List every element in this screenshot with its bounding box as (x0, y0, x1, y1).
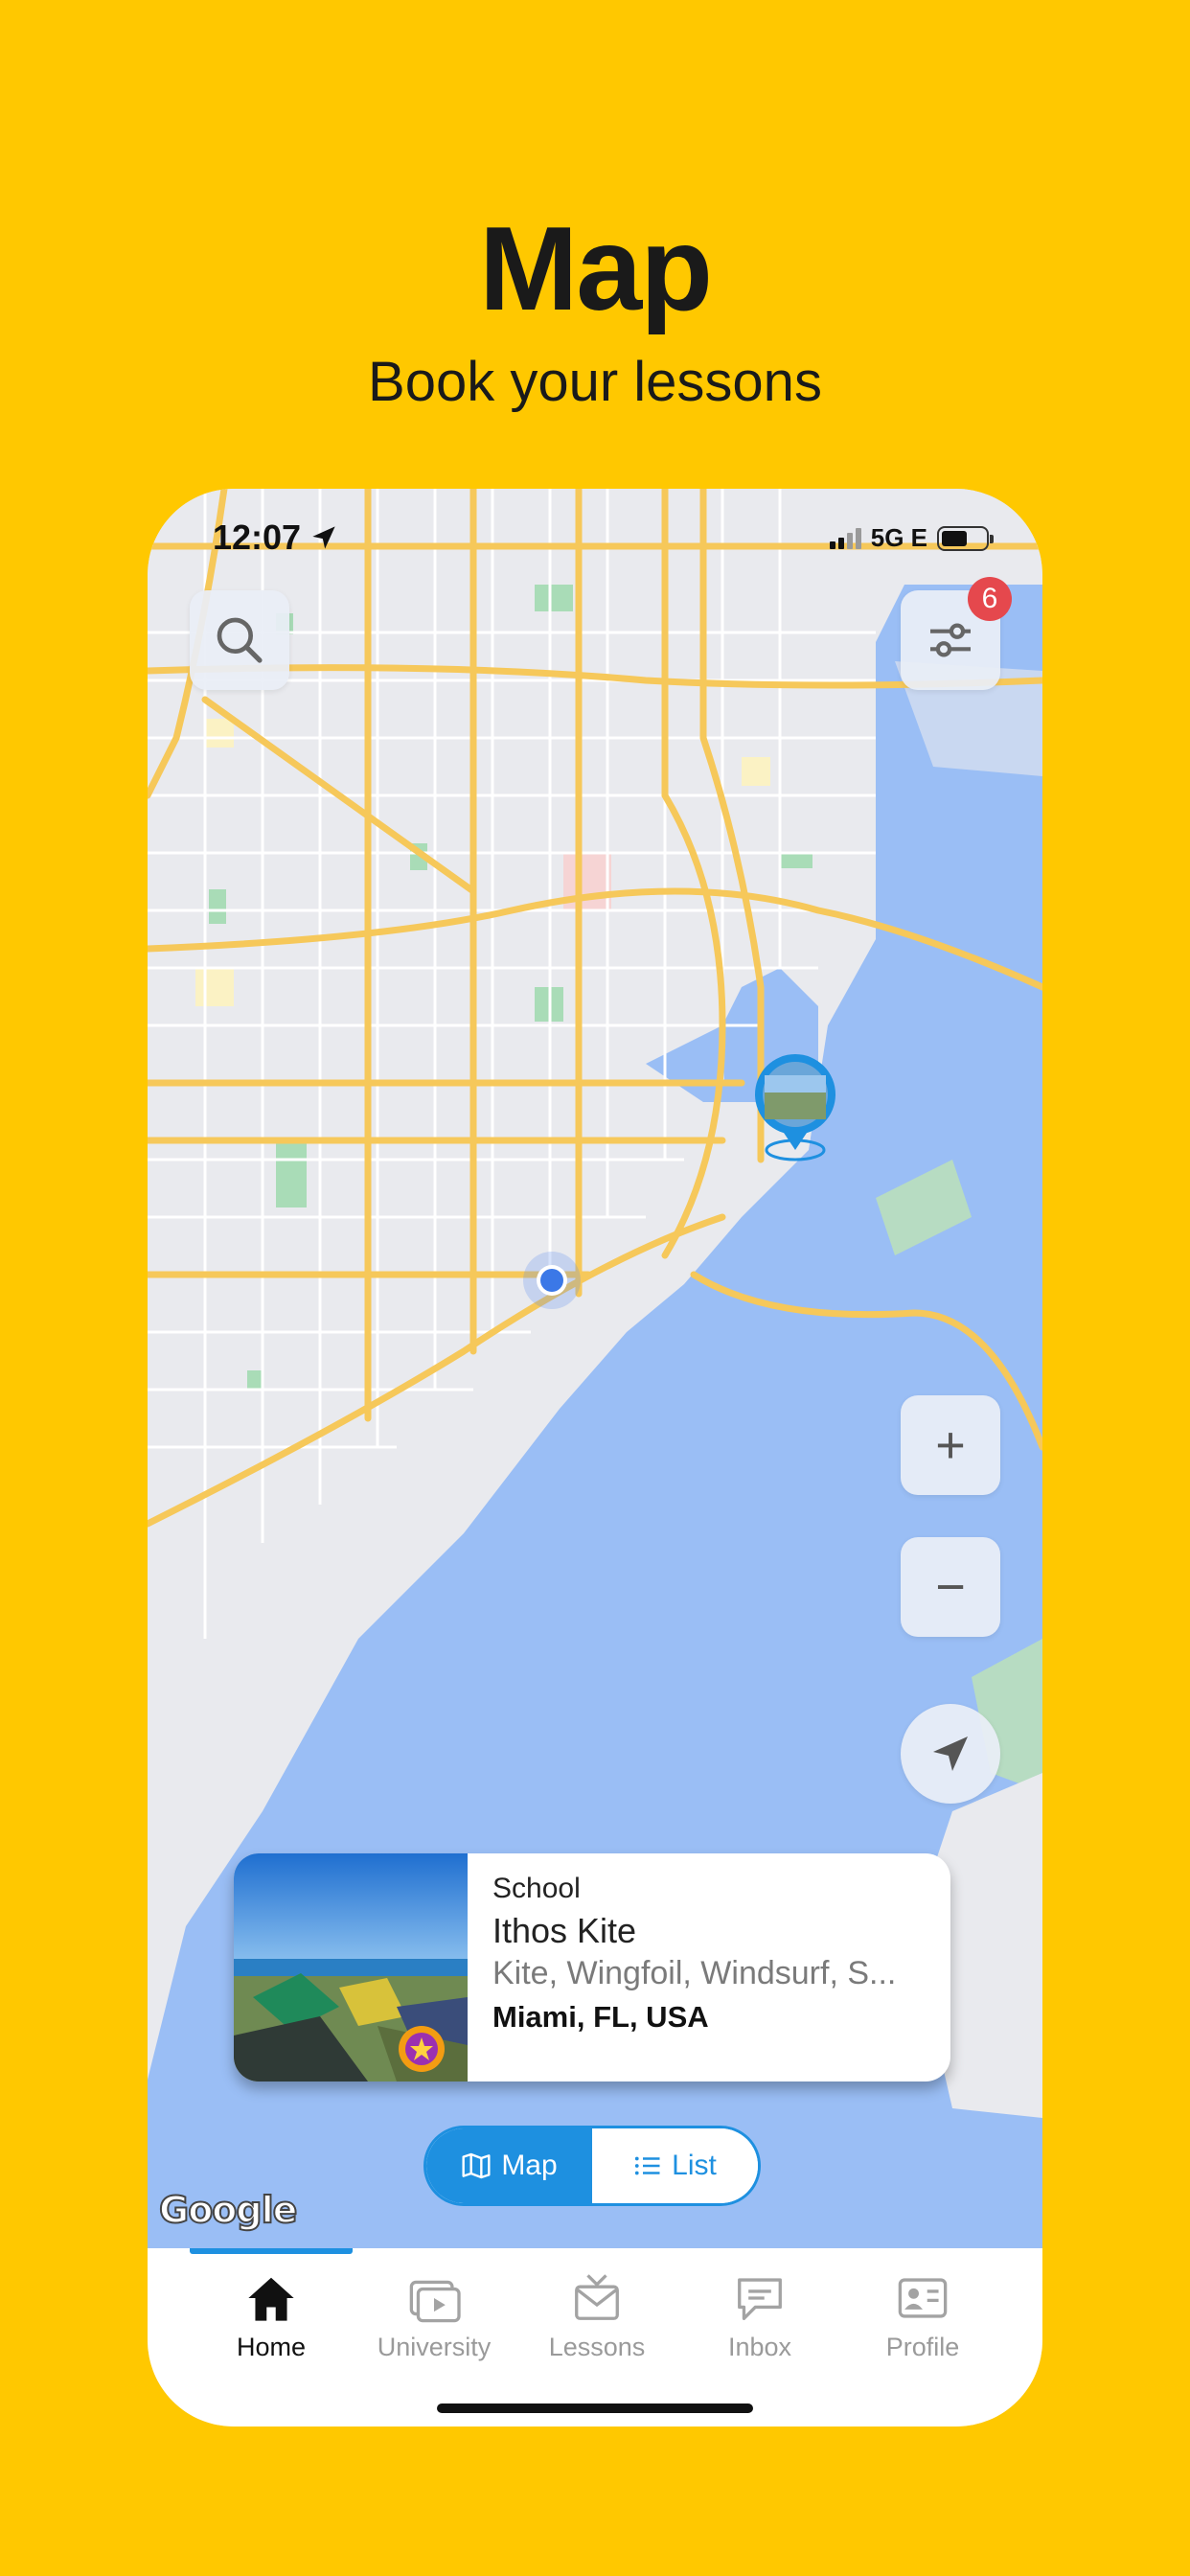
view-toggle: Map List (423, 2126, 761, 2206)
active-tab-indicator (190, 2248, 353, 2254)
tab-inbox-label: Inbox (727, 2333, 792, 2361)
phone-screen: 12:07 5G E 6 + − School Ithos Kite Kite,… (148, 489, 1042, 2426)
tab-home[interactable]: Home (190, 2273, 353, 2362)
status-right: 5G E (829, 523, 994, 553)
tab-profile-label: Profile (885, 2333, 960, 2361)
location-arrow-icon (312, 526, 335, 549)
profile-icon (898, 2278, 948, 2318)
map-view-button[interactable]: Map (426, 2128, 592, 2203)
search-button[interactable] (190, 590, 289, 690)
minus-icon: − (935, 1558, 966, 1616)
signal-icon (829, 527, 861, 549)
tab-bar: Home University Lessons Inbox Profile (148, 2248, 1042, 2426)
zoom-out-button[interactable]: − (901, 1537, 1000, 1637)
page-headline: Map (479, 203, 713, 335)
page-subline: Book your lessons (368, 351, 822, 413)
map-view-label: Map (501, 2150, 558, 2181)
university-icon (409, 2280, 461, 2323)
home-indicator (437, 2404, 753, 2413)
tab-lessons-label: Lessons (548, 2333, 646, 2361)
award-badge-icon (399, 2026, 445, 2072)
user-location-dot (523, 1252, 581, 1309)
navigation-arrow-icon (933, 1736, 968, 1771)
school-card-body: School Ithos Kite Kite, Wingfoil, Windsu… (468, 1853, 950, 2082)
status-time: 12:07 (213, 518, 337, 558)
list-view-button[interactable]: List (592, 2128, 758, 2203)
network-label: 5G E (870, 523, 927, 552)
school-type-label: School (492, 1873, 581, 1904)
zoom-in-button[interactable]: + (901, 1395, 1000, 1495)
google-logo: Google (158, 2188, 298, 2232)
sliders-icon (930, 623, 971, 657)
tab-profile[interactable]: Profile (841, 2273, 1004, 2362)
inbox-icon (738, 2278, 782, 2320)
search-icon (217, 617, 263, 663)
filter-count-badge: 6 (968, 577, 1012, 621)
list-view-label: List (672, 2150, 717, 2181)
status-time-label: 12:07 (213, 518, 302, 557)
home-icon (248, 2277, 294, 2321)
tab-university-label: University (377, 2333, 492, 2361)
school-photo (234, 1853, 468, 2082)
list-icon (635, 2156, 660, 2175)
school-sports: Kite, Wingfoil, Windsurf, S... (492, 1955, 897, 1991)
school-card[interactable]: School Ithos Kite Kite, Wingfoil, Windsu… (234, 1853, 950, 2082)
map-icon (462, 2152, 491, 2179)
lessons-icon (575, 2274, 619, 2320)
school-name: Ithos Kite (492, 1911, 637, 1950)
tab-university[interactable]: University (353, 2273, 515, 2362)
tab-inbox[interactable]: Inbox (678, 2273, 841, 2362)
tab-lessons[interactable]: Lessons (515, 2273, 678, 2362)
battery-icon (937, 525, 994, 551)
plus-icon: + (935, 1416, 966, 1474)
tab-home-label: Home (236, 2333, 307, 2361)
school-location: Miami, FL, USA (492, 2000, 709, 2034)
my-location-button[interactable] (901, 1704, 1000, 1804)
